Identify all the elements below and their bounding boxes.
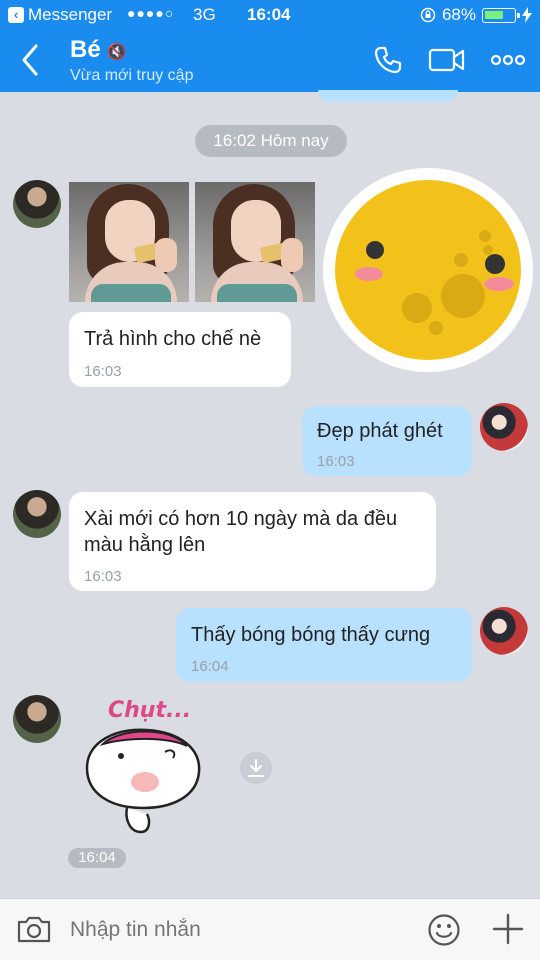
message-text: Thấy bóng bóng thấy cưng — [191, 624, 431, 646]
plus-icon[interactable] — [492, 913, 524, 945]
download-icon — [248, 759, 264, 777]
contact-avatar[interactable] — [13, 695, 61, 743]
contact-avatar[interactable] — [13, 490, 61, 538]
message-text-line-1: Xài mới có hơn 10 ngày mà da đều — [84, 508, 398, 530]
sticker-time: 16:04 — [68, 848, 126, 868]
message-time: 16:03 — [84, 568, 122, 585]
message-input[interactable] — [70, 911, 400, 949]
sticker-caption: Chụt... — [108, 698, 192, 723]
my-avatar[interactable] — [480, 403, 528, 451]
status-right: 68% — [420, 5, 532, 25]
battery-percent: 68% — [441, 5, 476, 24]
message-composer — [0, 898, 540, 960]
back-to-app-icon: ‹ — [8, 7, 24, 23]
more-button[interactable] — [490, 44, 526, 76]
previous-message-bubble — [318, 90, 458, 102]
message-bubble-incoming[interactable]: Xài mới có hơn 10 ngày mà da đều màu hằn… — [69, 492, 436, 591]
contact-name[interactable]: Bé 🔇 — [70, 36, 127, 64]
contact-name-text: Bé — [70, 36, 101, 63]
emoji-icon[interactable] — [427, 913, 461, 947]
orientation-lock-icon — [420, 7, 436, 23]
my-avatar[interactable] — [480, 607, 528, 655]
message-time: 16:04 — [191, 658, 229, 675]
contact-avatar[interactable] — [13, 180, 61, 228]
back-to-app[interactable]: ‹ Messenger — [8, 5, 112, 25]
status-bar: ‹ Messenger ●●●●○ 3G 16:04 68% — [0, 0, 540, 28]
phone-icon — [374, 46, 402, 74]
more-icon — [490, 54, 526, 66]
message-text: Trả hình cho chế nè — [84, 328, 262, 350]
photo-top — [217, 284, 297, 302]
conversation-header: Bé 🔇 Vừa mới truy cập — [0, 28, 540, 92]
status-time: 16:04 — [247, 5, 291, 24]
battery-fill — [485, 10, 503, 19]
photo-hand — [281, 238, 303, 272]
message-text-line-2: màu hằng lên — [84, 534, 206, 556]
moon-face-sticker[interactable] — [323, 168, 533, 372]
photo-top — [91, 284, 171, 302]
video-call-button[interactable] — [428, 44, 466, 76]
battery-icon — [482, 7, 520, 23]
signal-strength: ●●●●○ — [127, 5, 175, 21]
sticker-face-drawing — [355, 230, 514, 335]
charging-icon — [522, 7, 532, 23]
message-time: 16:03 — [84, 363, 122, 380]
call-button[interactable] — [372, 44, 404, 76]
message-bubble-outgoing[interactable]: Thấy bóng bóng thấy cưng 16:04 — [176, 608, 472, 682]
message-time: 16:03 — [317, 453, 355, 470]
mute-icon: 🔇 — [106, 44, 127, 61]
top-bar: ‹ Messenger ●●●●○ 3G 16:04 68% Bé 🔇 Vừa m… — [0, 0, 540, 92]
network-type: 3G — [193, 5, 216, 24]
shared-photo-1[interactable] — [69, 182, 189, 302]
carrier-label: Messenger — [28, 5, 113, 24]
contact-status: Vừa mới truy cập — [70, 67, 194, 84]
kiss-sticker[interactable] — [75, 722, 215, 842]
shared-photo-2[interactable] — [195, 182, 315, 302]
day-separator: 16:02 Hôm nay — [195, 125, 347, 157]
message-text: Đẹp phát ghét — [317, 420, 443, 442]
photo-hand — [155, 238, 177, 272]
camera-icon[interactable] — [16, 914, 52, 944]
back-chevron-icon[interactable] — [16, 42, 44, 78]
video-camera-icon — [428, 48, 465, 72]
message-bubble-outgoing[interactable]: Đẹp phát ghét 16:03 — [302, 406, 472, 476]
download-button[interactable] — [240, 752, 272, 784]
message-bubble-incoming[interactable]: Trả hình cho chế nè 16:03 — [69, 312, 291, 387]
